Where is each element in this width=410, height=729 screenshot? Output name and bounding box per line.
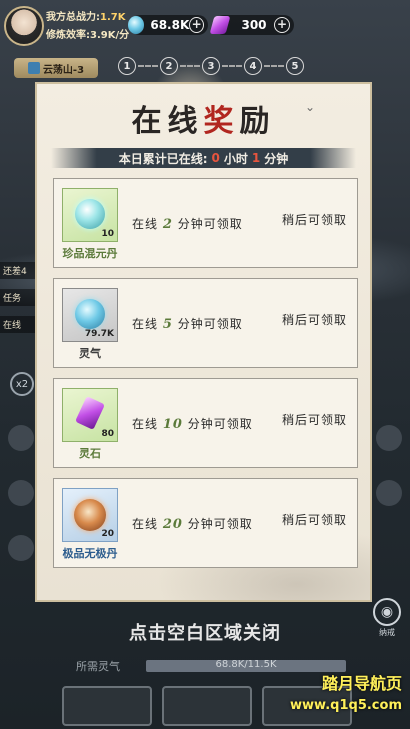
reward-name: 极品无极丹 <box>62 547 118 560</box>
spirit-stone-icon <box>75 396 105 430</box>
add-qi-button[interactable]: + <box>189 17 204 33</box>
claim-later-button[interactable]: 稍后可领取 <box>280 407 349 432</box>
req-prefix: 在线 <box>132 317 159 331</box>
bottom-action-button-1[interactable] <box>62 686 152 726</box>
reward-requirement: 在线 5 分钟可领取 <box>132 315 243 332</box>
stage-step-2[interactable]: 2 <box>160 57 178 75</box>
req-minutes: 10 <box>162 417 183 432</box>
minutes-unit: 分钟 <box>264 151 289 166</box>
stage-step-5[interactable]: 5 <box>286 57 304 75</box>
spirit-stone-resource: 300 + <box>209 15 294 35</box>
stage-connector <box>180 65 200 67</box>
reward-requirement: 在线 20 分钟可领取 <box>132 515 253 532</box>
online-hours: 0 <box>211 151 220 165</box>
title-reward-2: 励 <box>239 104 276 139</box>
speed-x2-button[interactable]: x2 <box>10 372 34 396</box>
title-reward-1: 奖 <box>203 104 240 139</box>
spirit-stone-icon <box>209 16 231 34</box>
bird-icon: ⌄ <box>304 100 315 114</box>
stage-name-tag[interactable]: 云荡山-3 <box>14 58 98 78</box>
stage-connector <box>138 65 158 67</box>
stage-step-4[interactable]: 4 <box>244 57 262 75</box>
side-emblem-icon[interactable] <box>8 480 34 506</box>
reward-qty: 10 <box>101 229 114 239</box>
hours-unit: 小时 <box>223 151 248 166</box>
reward-qty: 79.7K <box>84 329 114 339</box>
reward-item-slot[interactable]: 79.7K <box>62 288 118 342</box>
efficiency-value: 3.9K/分 <box>90 30 130 41</box>
stage-progress: 1 2 3 4 5 <box>118 57 308 77</box>
hunyuan-pill-icon <box>75 199 105 229</box>
reward-name: 珍品混元丹 <box>62 247 118 260</box>
req-suffix: 分钟可领取 <box>187 417 253 431</box>
bottom-action-button-2[interactable] <box>162 686 252 726</box>
cultivation-efficiency: 修炼效率:3.9K/分 <box>46 26 129 41</box>
reward-card: 20 极品无极丹 在线 20 分钟可领取 稍后可领取 <box>53 478 358 568</box>
avatar[interactable] <box>4 6 44 46</box>
side-chip-task[interactable]: 任务 <box>0 289 36 306</box>
reward-card: 80 灵石 在线 10 分钟可领取 稍后可领取 <box>53 378 358 468</box>
watermark-line2: www.q1q5.com <box>290 698 402 713</box>
watermark-line1: 踏月导航页 <box>321 674 402 693</box>
side-emblem-icon[interactable] <box>8 425 34 451</box>
qi-resource: 68.8K + <box>128 15 208 35</box>
required-qi-label: 所需灵气 <box>76 660 120 673</box>
add-stone-button[interactable]: + <box>274 17 290 33</box>
req-minutes: 5 <box>162 317 173 332</box>
total-power: 我方总战力:1.7K <box>46 8 125 23</box>
req-suffix: 分钟可领取 <box>177 317 243 331</box>
stage-connector <box>222 65 242 67</box>
online-prefix: 本日累计已在线: <box>118 151 208 166</box>
title-online: 在线 <box>131 104 204 139</box>
power-label: 我方总战力: <box>46 12 100 23</box>
reward-name: 灵气 <box>79 347 101 360</box>
req-prefix: 在线 <box>132 217 159 231</box>
side-emblem-icon[interactable] <box>376 425 402 451</box>
reward-name: 灵石 <box>79 447 101 460</box>
qi-orb-icon <box>128 16 145 34</box>
wuji-pill-icon <box>74 499 106 531</box>
reward-item-slot[interactable]: 20 <box>62 488 118 542</box>
claim-later-button[interactable]: 稍后可领取 <box>280 507 349 532</box>
reward-qty: 20 <box>101 529 114 539</box>
req-suffix: 分钟可领取 <box>187 517 253 531</box>
req-minutes: 20 <box>162 517 183 532</box>
claim-later-button[interactable]: 稍后可领取 <box>280 307 349 332</box>
watermark: 踏月导航页 www.q1q5.com <box>290 670 402 713</box>
left-side-panel: 还差4 任务 在线 <box>0 262 36 343</box>
side-emblem-icon[interactable] <box>8 535 34 561</box>
reward-qty: 80 <box>101 429 114 439</box>
claim-later-button[interactable]: 稍后可领取 <box>280 207 349 232</box>
stage-connector <box>264 65 284 67</box>
reward-item-slot[interactable]: 10 <box>62 188 118 242</box>
req-prefix: 在线 <box>132 417 159 431</box>
stage-step-3[interactable]: 3 <box>202 57 220 75</box>
stage-name: 云荡山-3 <box>42 64 85 76</box>
side-chip-online[interactable]: 在线 <box>0 316 36 333</box>
reward-item-slot[interactable]: 80 <box>62 388 118 442</box>
online-minutes: 1 <box>251 151 261 165</box>
online-time-bar: 本日累计已在线: 0 小时 1 分钟 <box>51 148 356 168</box>
req-minutes: 2 <box>162 217 173 232</box>
req-prefix: 在线 <box>132 517 159 531</box>
power-value: 1.7K <box>100 12 126 23</box>
side-emblem-icon[interactable] <box>376 480 402 506</box>
reward-card: 10 珍品混元丹 在线 2 分钟可领取 稍后可领取 <box>53 178 358 268</box>
stone-amount: 300 <box>241 18 267 32</box>
efficiency-label: 修炼效率: <box>46 30 90 41</box>
stage-step-1[interactable]: 1 <box>118 57 136 75</box>
required-qi-value: 68.8K/11.5K <box>215 659 277 670</box>
reward-requirement: 在线 10 分钟可领取 <box>132 415 253 432</box>
side-chip-remaining[interactable]: 还差4 <box>0 262 36 279</box>
reward-requirement: 在线 2 分钟可领取 <box>132 215 243 232</box>
top-status-bar: 我方总战力:1.7K 修炼效率:3.9K/分 68.8K + 300 + <box>0 0 410 48</box>
qi-amount: 68.8K <box>150 18 190 32</box>
reward-card: 79.7K 灵气 在线 5 分钟可领取 稍后可领取 <box>53 278 358 368</box>
online-reward-modal: 在线奖励 ⌄ 本日累计已在线: 0 小时 1 分钟 10 珍品混元丹 在线 2 … <box>35 82 372 602</box>
map-icon <box>27 62 40 74</box>
req-suffix: 分钟可领取 <box>177 217 243 231</box>
qi-orb-icon <box>75 299 105 329</box>
modal-title: 在线奖励 <box>37 96 370 140</box>
close-hint-text[interactable]: 点击空白区域关闭 <box>0 619 410 645</box>
